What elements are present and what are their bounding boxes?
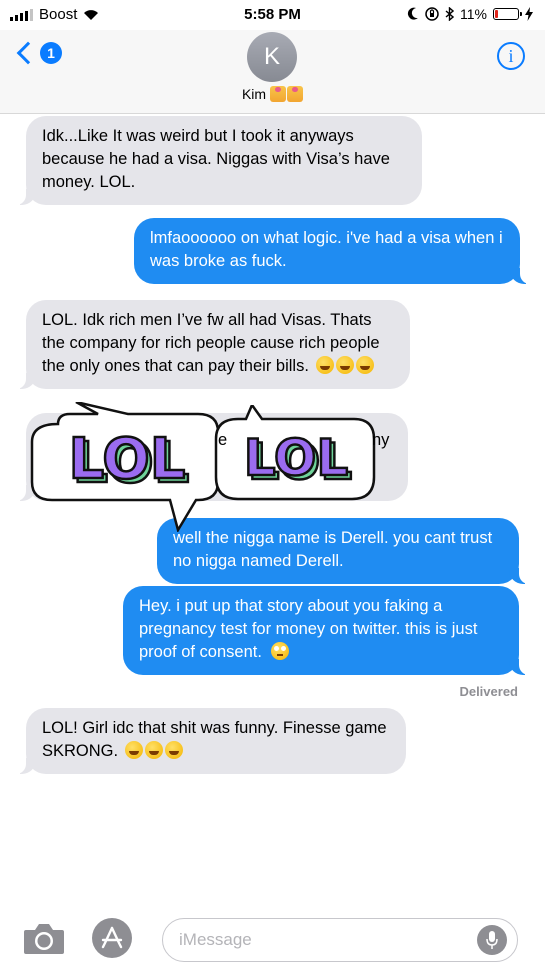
rolling-laughing-emoji-icon [315, 356, 334, 374]
couple-emoji-icon [270, 86, 304, 102]
eye-roll-emoji-icon [270, 642, 289, 660]
lol-sticker[interactable]: LOL LOL [28, 402, 228, 532]
microphone-button[interactable] [477, 925, 507, 955]
microphone-icon [486, 931, 498, 949]
app-store-button[interactable] [92, 918, 132, 958]
avatar[interactable]: K [247, 32, 297, 82]
charging-icon [525, 7, 533, 21]
rolling-laughing-emoji-icon [144, 741, 163, 759]
unread-badge: 1 [40, 42, 62, 64]
lol-sticker[interactable]: LOL LOL [212, 405, 380, 505]
status-bar: Boost 5:58 PM 11% [0, 0, 545, 30]
rolling-laughing-emoji-icon [124, 741, 143, 759]
compose-bar: iMessage [0, 908, 545, 969]
sticker-text: LOL [244, 429, 348, 487]
message-bubble-outgoing[interactable]: Hey. i put up that story about you fakin… [123, 586, 529, 675]
sticker-text: LOL [69, 427, 186, 492]
message-input-placeholder: iMessage [179, 930, 252, 949]
message-bubble-incoming[interactable]: LOL! Girl idc that shit was funny. Fines… [16, 708, 406, 774]
bluetooth-icon [445, 7, 455, 21]
contact-name-label: Kim [241, 86, 267, 102]
rolling-laughing-emoji-icon [355, 356, 374, 374]
rolling-laughing-emoji-icon [164, 741, 183, 759]
message-input[interactable]: iMessage [162, 918, 518, 962]
message-bubble-outgoing[interactable]: well the nigga name is Derell. you cant … [157, 518, 529, 584]
message-text: well the nigga name is Derell. you cant … [173, 529, 493, 570]
message-text: LOL! Girl idc that shit was funny. Fines… [42, 719, 387, 760]
moon-icon [407, 7, 419, 20]
message-bubble-incoming[interactable]: Idk...Like It was weird but I took it an… [16, 116, 422, 205]
message-text: Hey. i put up that story about you fakin… [139, 597, 478, 661]
message-bubble-incoming[interactable]: LOL. Idk rich men I’ve fw all had Visas.… [16, 300, 410, 389]
camera-icon[interactable] [22, 922, 66, 956]
message-bubble-outgoing[interactable]: lmfaoooooo on what logic. i've had a vis… [134, 218, 530, 284]
battery-icon [493, 8, 522, 20]
back-button[interactable]: 1 [14, 41, 62, 65]
chevron-left-icon [16, 41, 40, 65]
app-store-icon [101, 926, 123, 949]
message-text-fragment: e [218, 431, 228, 449]
conversation-header: 1 K Kim i [0, 30, 545, 114]
rolling-laughing-emoji-icon [335, 356, 354, 374]
message-text-fragment: ny [372, 431, 390, 449]
status-right: 11% [407, 6, 533, 22]
delivered-status: Delivered [459, 684, 518, 699]
battery-percent: 11% [460, 6, 487, 22]
message-text: lmfaoooooo on what logic. i've had a vis… [150, 229, 503, 270]
message-text: Idk...Like It was weird but I took it an… [42, 127, 390, 191]
contact-name[interactable]: Kim [0, 86, 545, 102]
orientation-lock-icon [425, 7, 439, 21]
info-button[interactable]: i [497, 42, 525, 70]
